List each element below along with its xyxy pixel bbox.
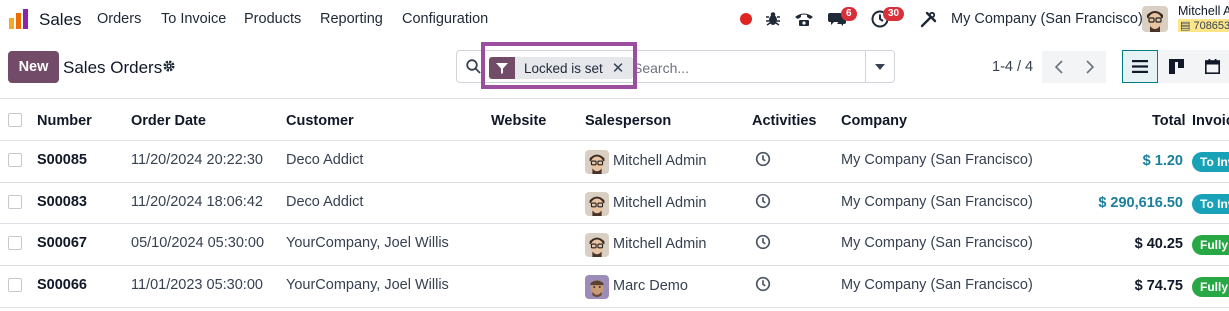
page-title[interactable]: Sales Orders bbox=[63, 58, 162, 78]
row-checkbox[interactable] bbox=[8, 277, 22, 292]
sales-app-icon[interactable] bbox=[8, 8, 30, 30]
chevron-right-icon bbox=[1085, 60, 1094, 74]
column-header-website[interactable]: Website bbox=[491, 113, 546, 129]
column-header-order-date[interactable]: Order Date bbox=[131, 113, 206, 129]
search-icon[interactable] bbox=[466, 59, 481, 74]
activity-clock-icon[interactable] bbox=[755, 193, 771, 209]
calendar-view-button[interactable] bbox=[1194, 50, 1229, 83]
salesperson-name[interactable]: Marc Demo bbox=[613, 278, 688, 294]
invoice-status-badge: Fully Invoiced bbox=[1192, 234, 1229, 255]
order-number[interactable]: S00067 bbox=[37, 235, 87, 251]
customer-name[interactable]: YourCompany, Joel Willis bbox=[286, 277, 449, 293]
debug-bug-icon[interactable] bbox=[764, 9, 782, 29]
column-header-number[interactable]: Number bbox=[37, 113, 92, 129]
user-avatar[interactable] bbox=[1142, 6, 1168, 32]
caret-down-icon bbox=[875, 63, 885, 70]
salesperson-name[interactable]: Mitchell Admin bbox=[613, 153, 706, 169]
company-name[interactable]: My Company (San Francisco) bbox=[841, 235, 1033, 251]
row-divider bbox=[0, 182, 1229, 183]
company-name[interactable]: My Company (San Francisco) bbox=[841, 152, 1033, 168]
search-input[interactable] bbox=[633, 57, 863, 79]
kanban-icon bbox=[1168, 59, 1184, 74]
column-header-activities[interactable]: Activities bbox=[752, 113, 816, 129]
invoice-status-badge: Fully Invoiced bbox=[1192, 276, 1229, 297]
pager-previous-button[interactable] bbox=[1042, 51, 1074, 83]
row-divider bbox=[0, 223, 1229, 224]
customer-name[interactable]: Deco Addict bbox=[286, 194, 363, 210]
column-header-company[interactable]: Company bbox=[841, 113, 907, 129]
row-checkbox[interactable] bbox=[8, 194, 22, 209]
order-number[interactable]: S00083 bbox=[37, 194, 87, 210]
order-total[interactable]: $ 40.25 bbox=[1135, 236, 1183, 252]
order-date[interactable]: 11/20/2024 18:06:42 bbox=[131, 194, 263, 210]
order-total[interactable]: $ 74.75 bbox=[1135, 278, 1183, 294]
salesperson-avatar bbox=[585, 191, 609, 216]
record-status-icon[interactable] bbox=[738, 9, 754, 29]
column-header-salesperson[interactable]: Salesperson bbox=[585, 113, 671, 129]
order-number[interactable]: S00085 bbox=[37, 152, 87, 168]
invoice-status-badge: To Invoice bbox=[1192, 193, 1229, 214]
salesperson-avatar bbox=[585, 274, 609, 299]
app-name[interactable]: Sales bbox=[39, 10, 82, 30]
menu-to-invoice[interactable]: To Invoice bbox=[161, 11, 226, 27]
database-label: 708653 bbox=[1193, 20, 1229, 32]
company-name[interactable]: My Company (San Francisco) bbox=[841, 194, 1033, 210]
pager-value[interactable]: 1-4 / 4 bbox=[992, 59, 1033, 75]
invoice-status-badge: To Invoice bbox=[1192, 151, 1229, 172]
calendar-icon bbox=[1204, 59, 1220, 74]
activity-clock-icon[interactable] bbox=[755, 276, 771, 292]
column-header-invoice-status[interactable]: Invoice Status bbox=[1192, 113, 1229, 129]
customer-name[interactable]: YourCompany, Joel Willis bbox=[286, 235, 449, 251]
activities-badge: 30 bbox=[883, 7, 905, 21]
pager-next-button[interactable] bbox=[1074, 51, 1106, 83]
menu-reporting[interactable]: Reporting bbox=[320, 11, 383, 27]
order-total[interactable]: $ 1.20 bbox=[1143, 153, 1183, 169]
row-checkbox[interactable] bbox=[8, 235, 22, 250]
order-number[interactable]: S00066 bbox=[37, 277, 87, 293]
select-all-checkbox[interactable] bbox=[8, 113, 22, 127]
order-date[interactable]: 11/01/2023 05:30:00 bbox=[131, 277, 263, 293]
menu-orders[interactable]: Orders bbox=[97, 11, 141, 27]
activity-clock-icon[interactable] bbox=[755, 234, 771, 250]
order-total[interactable]: $ 290,616.50 bbox=[1098, 195, 1183, 211]
salesperson-name[interactable]: Mitchell Admin bbox=[613, 195, 706, 211]
phone-icon[interactable] bbox=[793, 9, 815, 29]
kanban-view-button[interactable] bbox=[1158, 50, 1194, 83]
salesperson-name[interactable]: Mitchell Admin bbox=[613, 236, 706, 252]
new-button[interactable]: New bbox=[8, 51, 59, 83]
order-date[interactable]: 05/10/2024 05:30:00 bbox=[131, 235, 264, 251]
row-divider bbox=[0, 265, 1229, 266]
database-name: ▤ 708653 bbox=[1178, 19, 1229, 32]
user-name[interactable]: Mitchell Admin bbox=[1178, 4, 1229, 18]
list-icon bbox=[1132, 60, 1148, 73]
menu-products[interactable]: Products bbox=[244, 11, 301, 27]
row-divider bbox=[0, 140, 1229, 141]
activity-clock-icon[interactable] bbox=[755, 151, 771, 167]
row-checkbox[interactable] bbox=[8, 152, 22, 167]
facet-highlight-box bbox=[481, 42, 637, 89]
column-header-customer[interactable]: Customer bbox=[286, 113, 354, 129]
tools-icon[interactable] bbox=[918, 9, 938, 29]
row-divider bbox=[0, 306, 1229, 308]
list-view-button[interactable] bbox=[1122, 50, 1158, 83]
top-navbar: Sales Orders To Invoice Products Reporti… bbox=[0, 0, 1229, 38]
order-date[interactable]: 11/20/2024 20:22:30 bbox=[131, 152, 263, 168]
salesperson-avatar bbox=[585, 149, 609, 174]
chevron-left-icon bbox=[1054, 60, 1063, 74]
company-name[interactable]: My Company (San Francisco) bbox=[841, 277, 1033, 293]
salesperson-avatar bbox=[585, 232, 609, 257]
messages-badge: 6 bbox=[841, 7, 857, 21]
column-header-total[interactable]: Total bbox=[1152, 113, 1186, 129]
company-switcher[interactable]: My Company (San Francisco) bbox=[951, 11, 1143, 27]
menu-configuration[interactable]: Configuration bbox=[402, 11, 488, 27]
customer-name[interactable]: Deco Addict bbox=[286, 152, 363, 168]
search-options-toggle[interactable] bbox=[865, 51, 894, 82]
table-top-border bbox=[0, 98, 1229, 99]
gear-icon[interactable] bbox=[162, 59, 176, 73]
